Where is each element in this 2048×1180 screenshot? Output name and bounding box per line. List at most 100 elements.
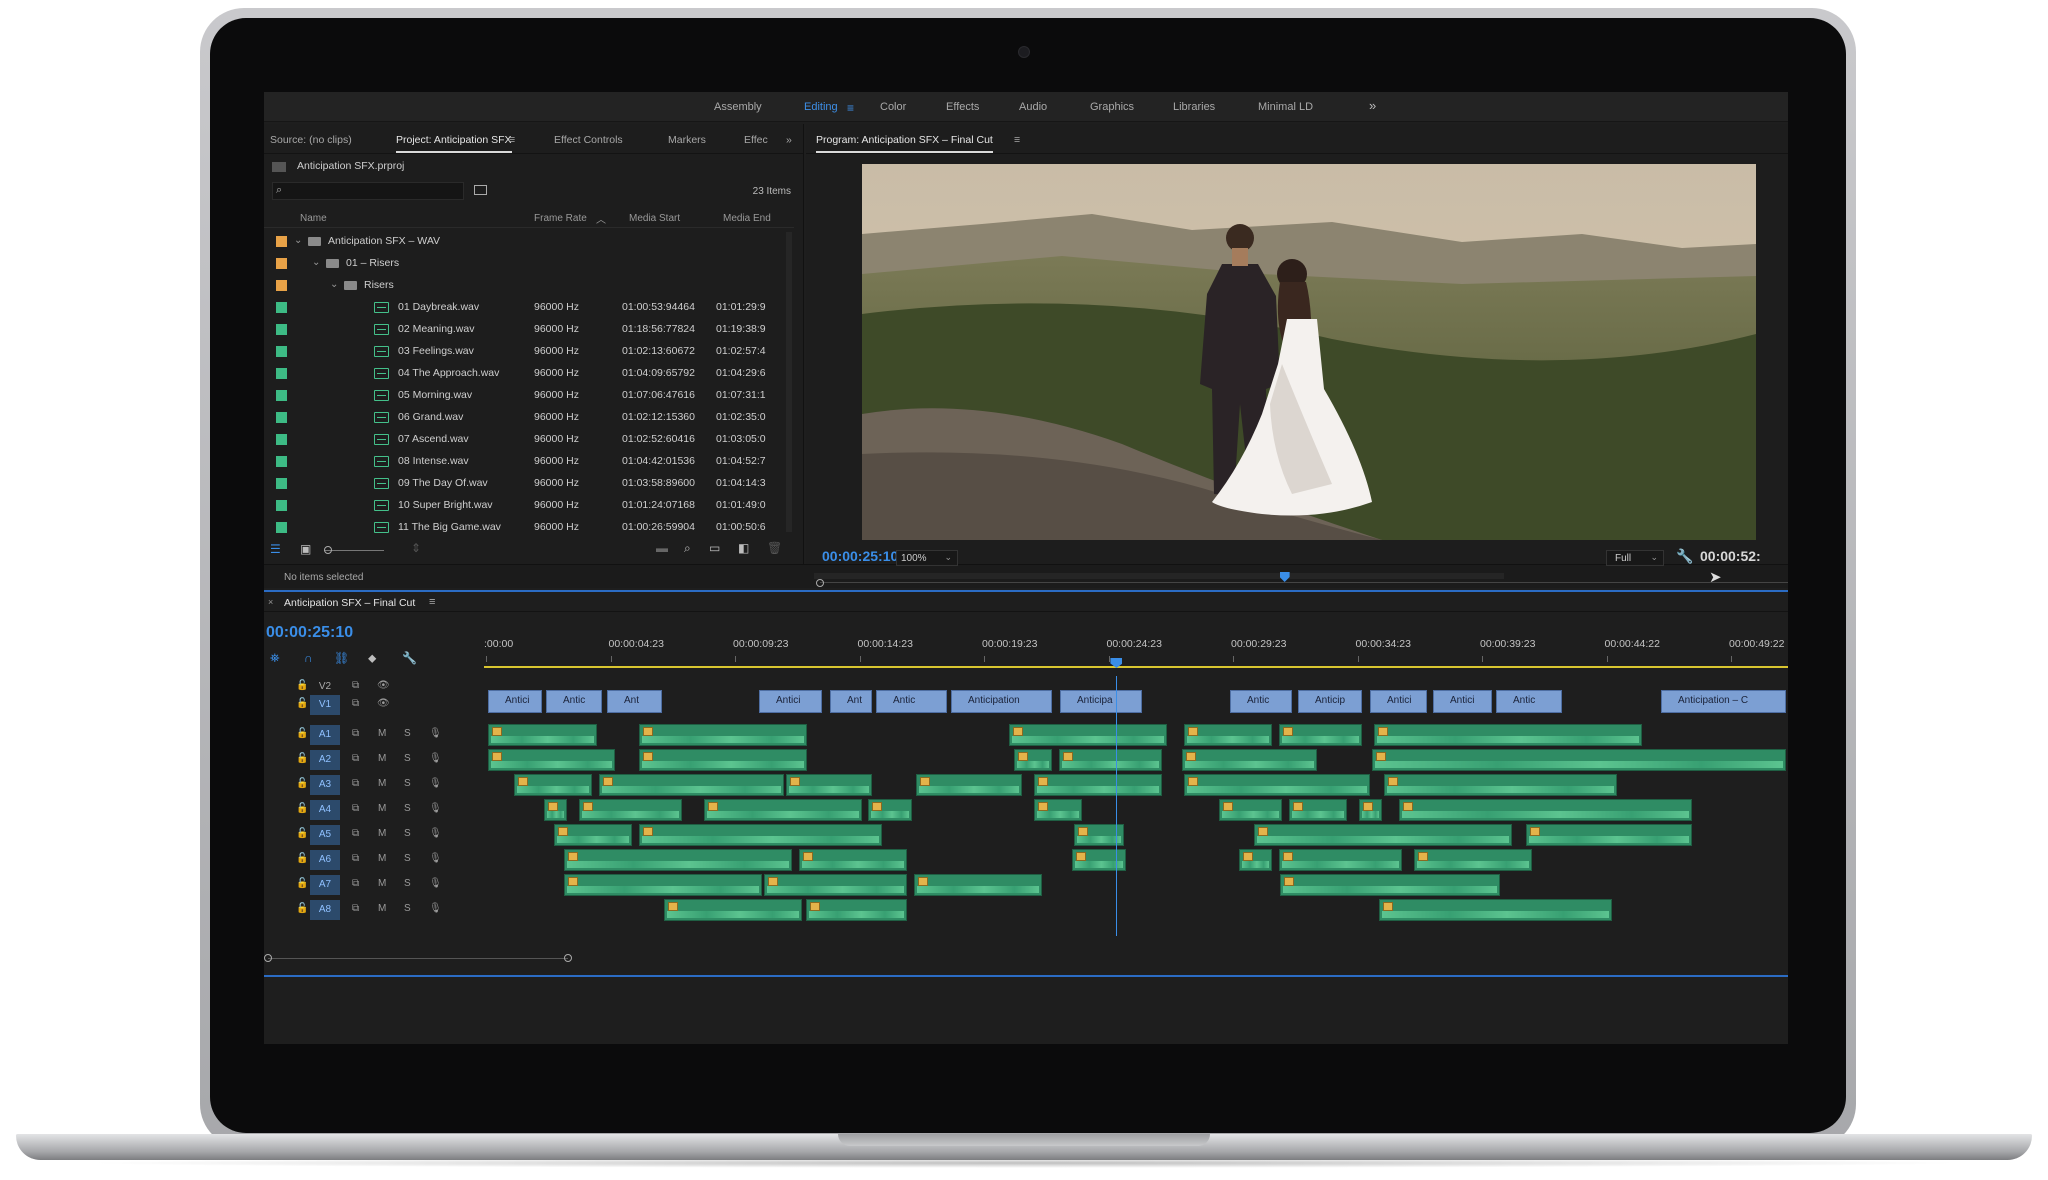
scroll-handle-right[interactable] <box>564 954 572 962</box>
microphone-icon[interactable]: 🎙 <box>429 853 442 864</box>
track-header-a7[interactable]: 🔓 A7 ⧉ M S 🎙 <box>264 872 484 897</box>
mute-button[interactable]: M <box>378 828 386 839</box>
audio-clip[interactable] <box>488 724 597 746</box>
microphone-icon[interactable]: 🎙 <box>429 728 442 739</box>
double-chevron-right-icon[interactable]: » <box>1369 98 1376 113</box>
track-label[interactable]: A3 <box>310 775 340 795</box>
mute-button[interactable]: M <box>378 878 386 889</box>
eye-icon[interactable]: 👁 <box>377 680 390 691</box>
chevron-down-icon[interactable]: ⌄ <box>312 257 320 268</box>
audio-clip[interactable] <box>1184 724 1272 746</box>
sync-lock-icon[interactable]: ⧉ <box>352 828 359 839</box>
hamburger-icon[interactable]: ≡ <box>429 596 435 608</box>
video-clip[interactable]: Antic <box>1230 690 1292 713</box>
track-label[interactable]: A7 <box>310 875 340 895</box>
audio-clip[interactable] <box>1184 774 1370 796</box>
tree-folder-row[interactable]: ⌄ Anticipation SFX – WAV <box>264 230 784 252</box>
audio-clip[interactable] <box>764 874 907 896</box>
timeline-scroll[interactable] <box>264 952 1788 966</box>
project-scrollbar[interactable] <box>786 232 792 532</box>
video-clip[interactable]: Ant <box>607 690 662 713</box>
eye-icon[interactable]: 👁 <box>377 698 390 709</box>
video-clip[interactable]: Anticipa <box>1060 690 1142 713</box>
track-label[interactable]: A8 <box>310 900 340 920</box>
video-clip[interactable]: Antici <box>1370 690 1427 713</box>
time-ruler[interactable]: :00:00 00:00:04:23 00:00:09:23 00:00:14:23 0… <box>484 626 1788 670</box>
audio-clip[interactable] <box>799 849 907 871</box>
workspace-tab-effects[interactable]: Effects <box>946 101 979 113</box>
audio-clip[interactable] <box>1359 799 1382 821</box>
mute-button[interactable]: M <box>378 778 386 789</box>
audio-clip[interactable] <box>1279 849 1402 871</box>
audio-clip[interactable] <box>1374 724 1642 746</box>
microphone-icon[interactable]: 🎙 <box>429 778 442 789</box>
workspace-tab-libraries[interactable]: Libraries <box>1173 101 1215 113</box>
solo-button[interactable]: S <box>404 778 411 789</box>
lock-icon[interactable]: 🔓 <box>296 803 308 814</box>
program-timecode[interactable]: 00:00:25:10 <box>822 548 898 564</box>
video-clip[interactable]: Anticipation – C <box>1661 690 1786 713</box>
file-row[interactable]: 08 Intense.wav 96000 Hz 01:04:42:01536 01:0… <box>264 450 784 472</box>
sort-icon[interactable]: ⇕ <box>411 541 421 555</box>
audio-clip[interactable] <box>599 774 784 796</box>
workspace-tab-graphics[interactable]: Graphics <box>1090 101 1134 113</box>
audio-clip[interactable] <box>1414 849 1532 871</box>
column-frame-rate[interactable]: Frame Rate <box>534 213 587 224</box>
program-monitor-title[interactable]: Program: Anticipation SFX – Final Cut <box>816 134 993 153</box>
audio-clip[interactable] <box>1372 749 1786 771</box>
file-row[interactable]: 06 Grand.wav 96000 Hz 01:02:12:15360 01:02:… <box>264 406 784 428</box>
track-label[interactable]: A4 <box>310 800 340 820</box>
video-clip[interactable]: Antici <box>488 690 542 713</box>
workspace-tab-audio[interactable]: Audio <box>1019 101 1047 113</box>
tab-project[interactable]: Project: Anticipation SFX <box>396 134 512 153</box>
snap-icon[interactable]: ∩ <box>304 651 313 665</box>
track-header-a2[interactable]: 🔓 A2 ⧉ M S 🎙 <box>264 747 484 772</box>
track-label[interactable]: A2 <box>310 750 340 770</box>
sync-lock-icon[interactable]: ⧉ <box>352 803 359 814</box>
mute-button[interactable]: M <box>378 903 386 914</box>
add-marker-icon[interactable]: ⬥ <box>368 651 376 666</box>
track-header-v1[interactable]: 🔓 V1 ⧉ 👁 <box>264 692 484 717</box>
audio-clip[interactable] <box>564 874 762 896</box>
tab-markers[interactable]: Markers <box>668 134 706 146</box>
lock-icon[interactable]: 🔓 <box>296 778 308 789</box>
workspace-tab-color[interactable]: Color <box>880 101 906 113</box>
program-scrubber[interactable] <box>816 572 1788 588</box>
zoom-select[interactable]: 100% ⌄ <box>896 550 958 566</box>
sync-lock-icon[interactable]: ⧉ <box>352 728 359 739</box>
solo-button[interactable]: S <box>404 803 411 814</box>
zoom-slider-handle[interactable] <box>324 546 332 554</box>
microphone-icon[interactable]: 🎙 <box>429 828 442 839</box>
audio-clip[interactable] <box>1280 874 1500 896</box>
file-row[interactable]: 05 Morning.wav 96000 Hz 01:07:06:47616 01:0… <box>264 384 784 406</box>
lock-icon[interactable]: 🔓 <box>296 878 308 889</box>
solo-button[interactable]: S <box>404 853 411 864</box>
video-clip[interactable]: Antic <box>876 690 947 713</box>
solo-button[interactable]: S <box>404 878 411 889</box>
audio-clip[interactable] <box>554 824 632 846</box>
workspace-tab-editing[interactable]: Editing <box>804 101 838 113</box>
microphone-icon[interactable]: 🎙 <box>429 803 442 814</box>
file-row[interactable]: 04 The Approach.wav 96000 Hz 01:04:09:6579… <box>264 362 784 384</box>
audio-clip[interactable] <box>1009 724 1167 746</box>
audio-clip[interactable] <box>1289 799 1347 821</box>
resolution-select[interactable]: Full ⌄ <box>1606 550 1664 566</box>
audio-clip[interactable] <box>639 724 807 746</box>
tree-folder-row[interactable]: ⌄ Risers <box>264 274 784 296</box>
audio-clip[interactable] <box>916 774 1022 796</box>
microphone-icon[interactable]: 🎙 <box>429 903 442 914</box>
microphone-icon[interactable]: 🎙 <box>429 878 442 889</box>
scrubber-zoom-handle[interactable] <box>816 579 824 587</box>
find-icon[interactable]: ⌕ <box>684 541 691 556</box>
audio-clip[interactable] <box>1182 749 1317 771</box>
video-clip[interactable]: Anticip <box>1298 690 1362 713</box>
lock-icon[interactable]: 🔓 <box>296 853 308 864</box>
audio-clip[interactable] <box>806 899 907 921</box>
lock-icon[interactable]: 🔓 <box>296 680 308 691</box>
sync-lock-icon[interactable]: ⧉ <box>352 753 359 764</box>
lock-icon[interactable]: 🔓 <box>296 698 308 709</box>
video-clip[interactable]: Antic <box>546 690 602 713</box>
audio-clip[interactable] <box>1254 824 1512 846</box>
tab-effect-controls[interactable]: Effect Controls <box>554 134 623 146</box>
file-row[interactable]: 01 Daybreak.wav 96000 Hz 01:00:53:94464 01:… <box>264 296 784 318</box>
